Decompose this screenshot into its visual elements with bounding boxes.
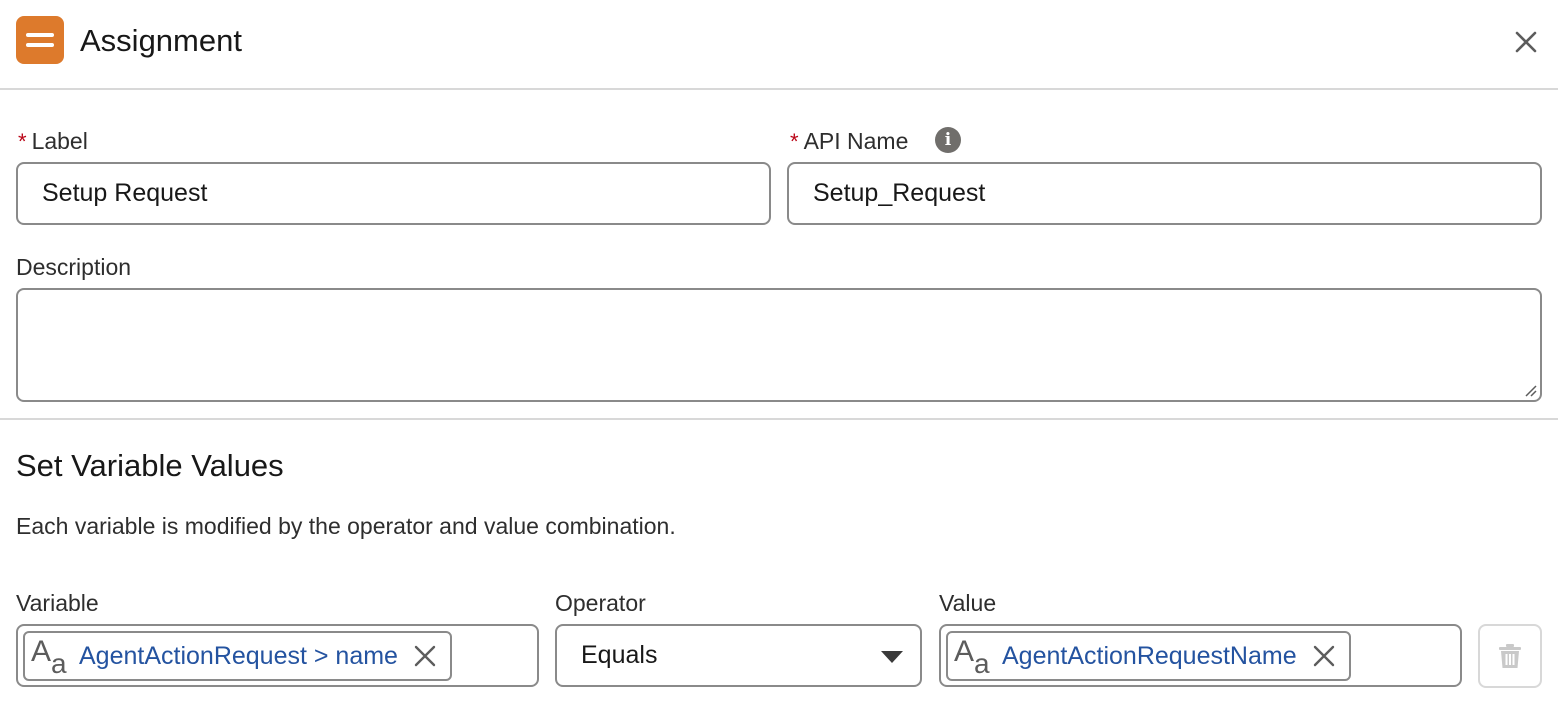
variable-combobox[interactable]: Aa AgentActionRequest > name	[16, 624, 539, 687]
close-icon	[1515, 31, 1537, 53]
label-input[interactable]: Setup Request	[16, 162, 771, 225]
modal-title: Assignment	[80, 23, 242, 58]
description-field-label: Description	[16, 254, 132, 280]
description-textarea[interactable]	[16, 288, 1542, 402]
remove-value-button[interactable]	[1309, 641, 1339, 671]
text-type-icon: Aa	[31, 635, 67, 679]
section-description: Each variable is modified by the operato…	[16, 513, 676, 539]
variable-pill[interactable]: Aa AgentActionRequest > name	[23, 631, 452, 681]
delete-row-button[interactable]	[1478, 624, 1542, 688]
value-pill-label: AgentActionRequestName	[1002, 642, 1297, 670]
label-field-label-text: Label	[31, 128, 88, 154]
resize-handle-icon[interactable]	[1521, 381, 1537, 397]
section-title: Set Variable Values	[16, 448, 284, 483]
remove-variable-button[interactable]	[410, 641, 440, 671]
operator-select[interactable]: Equals	[555, 624, 922, 687]
api-name-field-label-text: API Name	[803, 128, 909, 154]
assignment-icon	[16, 16, 64, 64]
api-name-input[interactable]: Setup_Request	[787, 162, 1542, 225]
value-combobox[interactable]: Aa AgentActionRequestName	[939, 624, 1462, 687]
api-name-field-label: * API Name	[790, 127, 908, 156]
text-type-icon: Aa	[954, 635, 990, 679]
info-icon[interactable]: i	[935, 127, 961, 153]
close-icon	[414, 645, 436, 667]
close-button[interactable]	[1506, 22, 1546, 62]
modal-header: Assignment	[0, 0, 1558, 90]
trash-icon	[1499, 644, 1521, 668]
required-marker: *	[18, 129, 27, 154]
required-marker: *	[790, 129, 799, 154]
label-field-label: * Label	[18, 127, 88, 156]
variable-column-label: Variable	[16, 590, 99, 616]
chevron-down-icon	[881, 651, 903, 663]
value-column-label: Value	[939, 590, 997, 616]
value-pill[interactable]: Aa AgentActionRequestName	[946, 631, 1351, 681]
close-icon	[1313, 645, 1334, 667]
section-divider	[0, 418, 1558, 420]
operator-column-label: Operator	[555, 590, 646, 616]
variable-pill-label: AgentActionRequest > name	[79, 642, 398, 670]
operator-select-value: Equals	[581, 641, 658, 669]
